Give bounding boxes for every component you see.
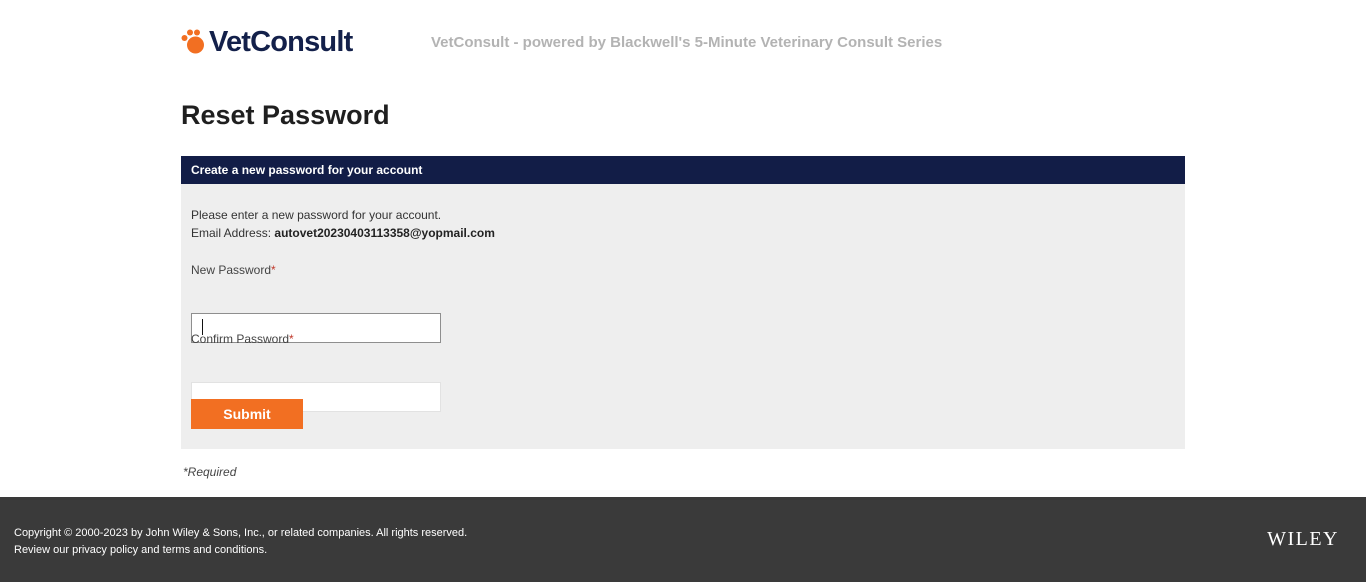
site-tagline: VetConsult - powered by Blackwell's 5-Mi… (431, 34, 943, 51)
email-label: Email Address: (191, 226, 272, 240)
required-asterisk: * (271, 263, 276, 277)
page-title: Reset Password (181, 100, 390, 130)
paw-icon (181, 29, 204, 54)
required-note: *Required (183, 465, 237, 479)
vetconsult-logo[interactable]: VetConsult (181, 25, 353, 59)
email-value: autovet20230403113358@yopmail.com (274, 226, 495, 240)
review-prefix: Review our (14, 544, 73, 556)
site-header: VetConsult VetConsult - powered by Black… (181, 25, 1181, 61)
new-password-label-text: New Password (191, 263, 272, 277)
instructions: Please enter a new password for your acc… (191, 206, 495, 242)
reset-password-panel: Create a new password for your account P… (181, 156, 1185, 449)
site-footer: Copyright © 2000-2023 by John Wiley & So… (0, 497, 1366, 582)
legal-links: Review our privacy policy and terms and … (14, 542, 467, 559)
wiley-logo[interactable]: WILEY (1267, 528, 1339, 551)
confirm-password-label: Confirm Password* (191, 332, 294, 346)
copyright-text: Copyright © 2000-2023 by John Wiley & So… (14, 527, 468, 539)
terms-link[interactable]: terms and conditions (163, 544, 265, 556)
suffix-text: . (264, 544, 268, 556)
and-text: and (138, 544, 163, 556)
logo-text: VetConsult (209, 25, 353, 58)
copyright-block: Copyright © 2000-2023 by John Wiley & So… (14, 525, 467, 559)
submit-button[interactable]: Submit (191, 399, 303, 429)
confirm-password-label-text: Confirm Password (191, 332, 290, 346)
privacy-policy-link[interactable]: privacy policy (72, 544, 138, 556)
email-row: Email Address: autovet20230403113358@yop… (191, 224, 495, 242)
new-password-label: New Password* (191, 263, 276, 277)
required-asterisk: * (289, 332, 294, 346)
instructions-text: Please enter a new password for your acc… (191, 208, 442, 222)
panel-header: Create a new password for your account (181, 156, 1185, 184)
